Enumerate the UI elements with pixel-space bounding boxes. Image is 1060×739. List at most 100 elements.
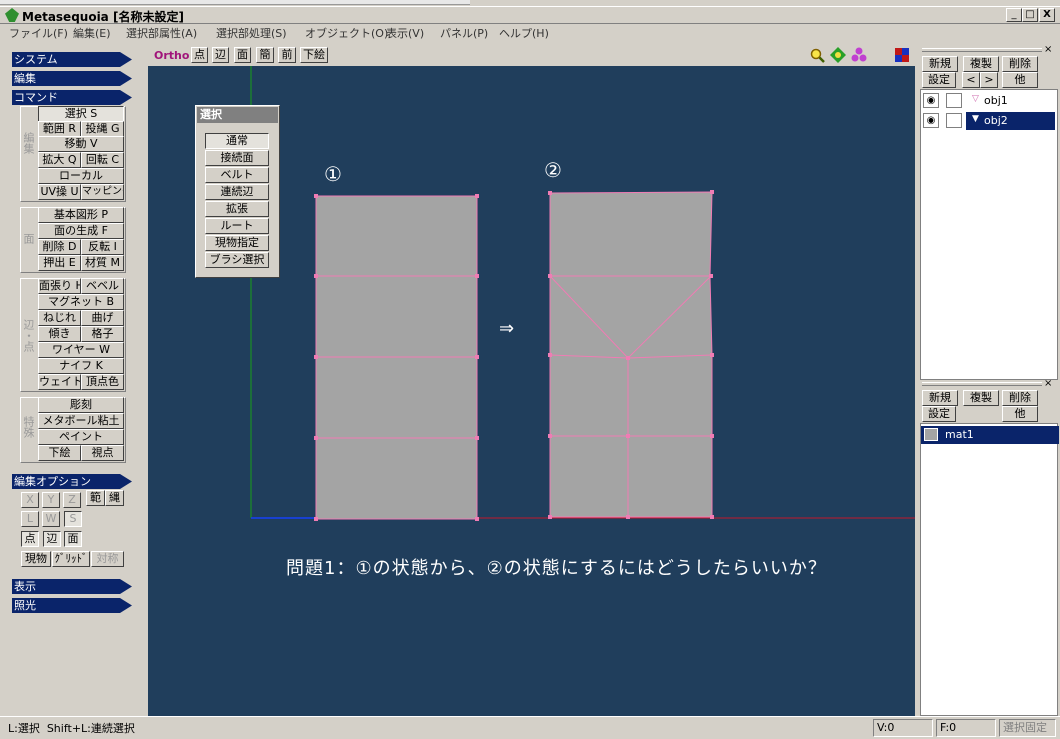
mesh-2[interactable] bbox=[548, 190, 714, 519]
lattice-button[interactable]: 格子 bbox=[81, 326, 124, 342]
move-button[interactable]: 移動 V bbox=[38, 136, 124, 152]
underlay-button[interactable]: 下絵 bbox=[38, 445, 81, 461]
opt-grid-button[interactable]: ｸﾞﾘｯﾄﾞ bbox=[52, 551, 90, 567]
opt-l-toggle[interactable]: L bbox=[21, 511, 39, 527]
viewport[interactable]: ① ② ⇒ 問題1：①の状態から、②の状態にするにはどうしたらいいか？ 選択 通… bbox=[148, 44, 915, 716]
section-display[interactable]: 表示 bbox=[12, 579, 132, 594]
face-fill-button[interactable]: 面張り H bbox=[38, 278, 81, 294]
bend-button[interactable]: 曲げ bbox=[81, 310, 124, 326]
minimize-button[interactable]: _ bbox=[1006, 8, 1022, 22]
material-other-button[interactable]: 他 bbox=[1002, 406, 1038, 422]
section-lighting[interactable]: 照光 bbox=[12, 598, 132, 613]
wire-button[interactable]: ワイヤー W bbox=[38, 342, 124, 358]
local-button[interactable]: ローカル bbox=[38, 168, 124, 184]
menu-file[interactable]: ファイル(F) bbox=[9, 25, 68, 41]
bevel-button[interactable]: ベベル bbox=[81, 278, 124, 294]
range-button[interactable]: 範囲 R bbox=[38, 121, 81, 137]
view-point-button[interactable]: 点 bbox=[191, 47, 208, 63]
lock-toggle[interactable] bbox=[946, 113, 962, 128]
mapping-button[interactable]: マッピング bbox=[81, 184, 124, 200]
menu-view[interactable]: 表示(V) bbox=[386, 25, 424, 41]
opt-point-toggle[interactable]: 点 bbox=[21, 531, 39, 547]
object-duplicate-button[interactable]: 複製 bbox=[963, 56, 999, 72]
material-button[interactable]: 材質 M bbox=[81, 255, 124, 271]
basic-shape-button[interactable]: 基本図形 P bbox=[38, 207, 124, 223]
face-gen-button[interactable]: 面の生成 F bbox=[38, 223, 124, 239]
material-duplicate-button[interactable]: 複製 bbox=[963, 390, 999, 406]
section-edit[interactable]: 編集 bbox=[12, 71, 132, 86]
menu-panel[interactable]: パネル(P) bbox=[440, 25, 488, 41]
weight-button[interactable]: ウェイト bbox=[38, 374, 81, 390]
select-mode-loop[interactable]: 連続辺 bbox=[205, 184, 269, 200]
view-edge-button[interactable]: 辺 bbox=[212, 47, 229, 63]
object-prev-button[interactable]: < bbox=[962, 72, 980, 88]
opt-face-toggle[interactable]: 面 bbox=[64, 531, 82, 547]
pan-icon[interactable] bbox=[830, 47, 846, 63]
view-front-button[interactable]: 前 bbox=[278, 47, 296, 63]
menu-selection-process[interactable]: 選択部処理(S) bbox=[216, 25, 287, 41]
material-new-button[interactable]: 新規 bbox=[922, 390, 958, 406]
scale-button[interactable]: 拡大 Q bbox=[38, 152, 81, 168]
material-panel-grip[interactable] bbox=[922, 382, 1042, 386]
view-underlay-button[interactable]: 下絵 bbox=[300, 47, 328, 63]
sculpt-button[interactable]: 彫刻 bbox=[38, 397, 124, 413]
lasso-button[interactable]: 投縄 G bbox=[81, 121, 124, 137]
select-mode-connected[interactable]: 接続面 bbox=[205, 150, 269, 166]
viewpoint-button[interactable]: 視点 bbox=[81, 445, 124, 461]
select-panel-title[interactable]: 選択 bbox=[197, 107, 278, 123]
visibility-eye-icon[interactable]: ◉ bbox=[923, 113, 939, 128]
select-mode-current[interactable]: 現物指定 bbox=[205, 235, 269, 251]
material-panel-close-icon[interactable]: × bbox=[1044, 378, 1052, 389]
object-new-button[interactable]: 新規 bbox=[922, 56, 958, 72]
select-button[interactable]: 選択 S bbox=[38, 106, 124, 122]
opt-s-toggle[interactable]: S bbox=[64, 511, 82, 527]
object-panel-grip[interactable] bbox=[922, 48, 1042, 52]
menu-edit[interactable]: 編集(E) bbox=[73, 25, 111, 41]
rotate-view-icon[interactable] bbox=[851, 47, 868, 63]
select-mode-expand[interactable]: 拡張 bbox=[205, 201, 269, 217]
view-simple-button[interactable]: 簡 bbox=[256, 47, 274, 63]
section-edit-option[interactable]: 編集オプション bbox=[12, 474, 132, 489]
axis-z-toggle[interactable]: Z bbox=[63, 492, 81, 508]
opt-symmetry-button[interactable]: 対称 bbox=[91, 551, 124, 567]
slope-button[interactable]: 傾き bbox=[38, 326, 81, 342]
opt-w-toggle[interactable]: W bbox=[42, 511, 60, 527]
opt-range-button[interactable]: 範 bbox=[86, 490, 105, 506]
twist-button[interactable]: ねじれ bbox=[38, 310, 81, 326]
object-next-button[interactable]: > bbox=[980, 72, 998, 88]
view-face-button[interactable]: 面 bbox=[234, 47, 251, 63]
object-row-obj1[interactable]: ◉ ▽ obj1 bbox=[921, 92, 1059, 110]
zoom-icon[interactable] bbox=[810, 48, 825, 63]
material-delete-button[interactable]: 削除 bbox=[1002, 390, 1038, 406]
metaball-button[interactable]: メタボール粘土 bbox=[38, 413, 124, 429]
collapse-triangle-icon[interactable]: ▼ bbox=[972, 114, 979, 124]
opt-lasso-button[interactable]: 縄 bbox=[105, 490, 124, 506]
axis-x-toggle[interactable]: X bbox=[21, 492, 39, 508]
collapse-triangle-icon[interactable]: ▽ bbox=[972, 94, 979, 104]
extrude-button[interactable]: 押出 E bbox=[38, 255, 81, 271]
object-row-obj2[interactable]: ◉ ▼ obj2 bbox=[921, 112, 1059, 130]
object-panel-close-icon[interactable]: × bbox=[1044, 44, 1052, 55]
close-button[interactable]: X bbox=[1039, 8, 1055, 22]
section-system[interactable]: システム bbox=[12, 52, 132, 67]
visibility-eye-icon[interactable]: ◉ bbox=[923, 93, 939, 108]
menu-selection-attr[interactable]: 選択部属性(A) bbox=[126, 25, 197, 41]
menu-help[interactable]: ヘルプ(H) bbox=[499, 25, 549, 41]
object-delete-button[interactable]: 削除 bbox=[1002, 56, 1038, 72]
opt-current-button[interactable]: 現物 bbox=[21, 551, 51, 567]
lock-toggle[interactable] bbox=[946, 93, 962, 108]
knife-button[interactable]: ナイフ K bbox=[38, 358, 124, 374]
object-settings-button[interactable]: 設定 bbox=[922, 72, 956, 88]
color-palette-icon[interactable] bbox=[895, 48, 909, 62]
axis-y-toggle[interactable]: Y bbox=[42, 492, 60, 508]
vertex-color-button[interactable]: 頂点色 bbox=[81, 374, 124, 390]
object-other-button[interactable]: 他 bbox=[1002, 72, 1038, 88]
select-mode-route[interactable]: ルート bbox=[205, 218, 269, 234]
rotate-button[interactable]: 回転 C bbox=[81, 152, 124, 168]
selection-lock-toggle[interactable]: 選択固定 bbox=[999, 719, 1056, 737]
select-mode-normal[interactable]: 通常 bbox=[205, 133, 269, 149]
select-mode-brush[interactable]: ブラシ選択 bbox=[205, 252, 269, 268]
uv-button[interactable]: UV操 U bbox=[38, 184, 81, 200]
section-command[interactable]: コマンド bbox=[12, 90, 132, 105]
menu-object[interactable]: オブジェクト(O) bbox=[305, 25, 388, 41]
